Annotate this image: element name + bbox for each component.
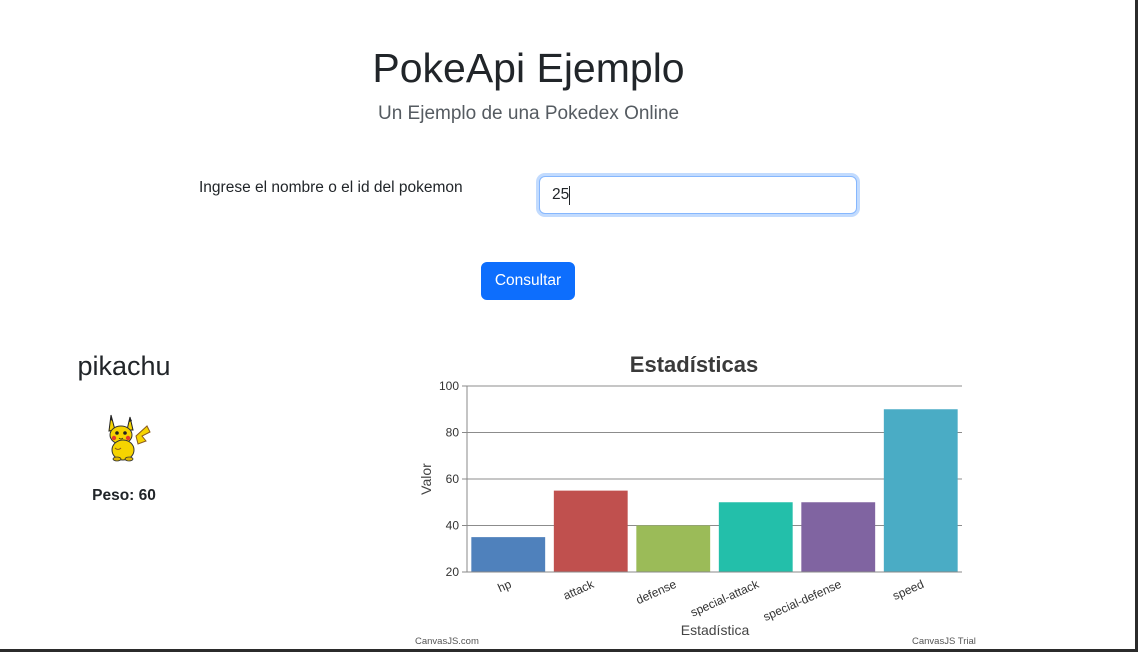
chart-bars [471,409,958,572]
pokemon-name: pikachu [77,351,171,381]
bar-attack [553,490,628,572]
bar-hp [471,537,546,572]
stats-bar-chart: Estadísticas 20 40 60 80 100 hp attack defense… [418,352,962,637]
x-tick-label: special-defense [761,577,844,624]
bar-defense [636,525,711,572]
y-tick-label: 60 [446,472,460,486]
canvasjs-trial-credit: CanvasJS Trial [912,636,976,647]
x-tick-label: attack [561,577,597,603]
pikachu-sprite-icon [108,414,151,462]
y-tick-label: 40 [446,519,460,533]
text-caret [569,186,570,205]
x-tick-label: hp [496,577,514,595]
y-tick-label: 100 [439,379,459,393]
pokemon-input-label: Ingrese el nombre o el id del pokemon [199,179,463,196]
x-axis-label: Estadística [681,622,750,637]
page-subtitle: Un Ejemplo de una Pokedex Online [377,103,680,124]
bar-special-attack [718,502,793,572]
x-tick-label: special-attack [688,577,762,620]
x-tick-label: defense [634,577,679,607]
bar-special-defense [801,502,876,572]
y-axis-label: Valor [418,463,434,495]
y-tick-label: 20 [446,565,460,579]
y-tick-label: 80 [446,426,460,440]
bar-speed [883,409,958,572]
x-tick-label: speed [890,577,926,603]
pokemon-weight: Peso: 60 [92,487,156,504]
y-axis-ticks: 20 40 60 80 100 [439,379,467,579]
canvasjs-credit-link[interactable]: CanvasJS.com [415,636,479,647]
consultar-button[interactable]: Consultar [481,262,575,300]
x-axis-ticks: hp attack defense special-attack special-def… [496,577,926,624]
chart-title: Estadísticas [630,352,758,377]
pokemon-search-input[interactable] [539,176,857,214]
page-title: PokeApi Ejemplo [372,45,685,91]
